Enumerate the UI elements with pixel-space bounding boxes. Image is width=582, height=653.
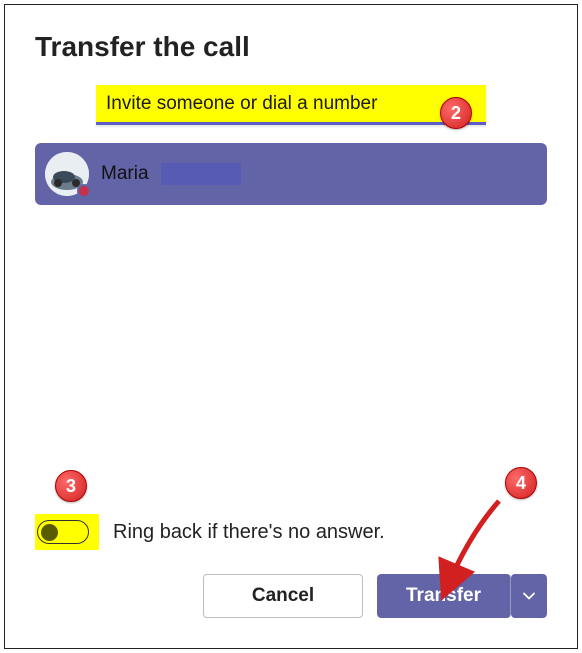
callout-badge-3: 3 (55, 470, 87, 502)
avatar (45, 152, 89, 196)
ringback-label: Ring back if there's no answer. (113, 521, 385, 544)
person-name: Maria (101, 163, 149, 185)
transfer-button[interactable]: Transfer (377, 574, 511, 618)
chevron-down-icon (522, 589, 536, 603)
callout-badge-4: 4 (505, 467, 537, 499)
transfer-split-button[interactable] (511, 574, 547, 618)
dialog-title: Transfer the call (35, 31, 547, 63)
callout-badge-2: 2 (440, 97, 472, 129)
transfer-button-group: Transfer (377, 574, 547, 618)
search-input[interactable] (96, 85, 486, 125)
toggle-knob (41, 524, 58, 541)
presence-indicator (77, 184, 91, 198)
cancel-button[interactable]: Cancel (203, 574, 363, 618)
ringback-toggle[interactable] (37, 520, 89, 544)
redacted-text (161, 163, 241, 185)
person-result[interactable]: Maria (35, 143, 547, 205)
